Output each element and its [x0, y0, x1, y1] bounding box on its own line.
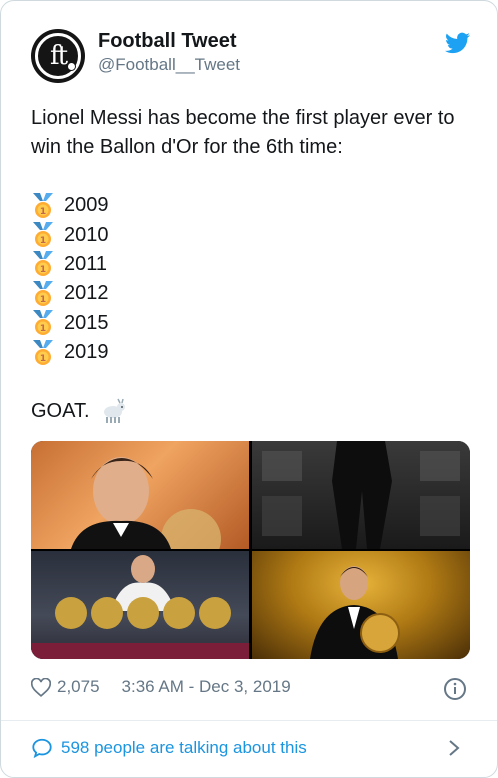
medal-icon: 1 [33, 222, 53, 248]
photo-2-art [262, 441, 460, 549]
list-item: 1 2010 [31, 220, 109, 249]
like-count[interactable]: 2,075 [57, 677, 100, 697]
display-name[interactable]: Football Tweet [98, 30, 237, 53]
chevron-right-icon[interactable] [447, 738, 461, 758]
svg-text:1: 1 [40, 324, 46, 334]
medal-icon: 1 [33, 310, 53, 336]
tweet-text: Lionel Messi has become the first player… [31, 107, 455, 158]
tweet-card: ft Football Tweet @Football__Tweet Lione… [0, 0, 498, 778]
photo-3-art [31, 555, 249, 659]
closing-text: GOAT. [31, 399, 90, 422]
tweet-meta: 2,075 3:36 AM - Dec 3, 2019 [31, 677, 291, 697]
svg-text:1: 1 [40, 354, 46, 364]
timestamp[interactable]: 3:36 AM - Dec 3, 2019 [122, 677, 291, 697]
year-label: 2010 [64, 223, 109, 246]
medal-icon: 1 [33, 339, 53, 365]
user-handle[interactable]: @Football__Tweet [98, 55, 240, 75]
svg-text:1: 1 [40, 265, 46, 275]
divider [1, 720, 497, 721]
photo-1-art [71, 457, 221, 549]
goat-icon [103, 398, 125, 423]
info-icon[interactable] [443, 677, 467, 701]
year-label: 2019 [64, 341, 109, 364]
list-item: 1 2012 [31, 279, 109, 308]
speech-bubble-icon [32, 738, 52, 759]
year-label: 2012 [64, 282, 109, 305]
svg-text:1: 1 [40, 236, 46, 246]
svg-text:1: 1 [40, 295, 46, 305]
photo-4-art [310, 566, 400, 659]
media-grid[interactable] [31, 441, 470, 659]
year-label: 2015 [64, 311, 109, 334]
medal-icon: 1 [33, 280, 53, 306]
photo-1[interactable] [31, 441, 249, 549]
twitter-bird-icon[interactable] [445, 32, 470, 54]
avatar[interactable]: ft [31, 29, 85, 83]
football-icon [67, 62, 76, 71]
photo-4[interactable] [252, 551, 470, 659]
medal-icon: 1 [33, 251, 53, 277]
avatar-logo: ft [35, 33, 81, 79]
heart-icon[interactable] [31, 677, 51, 697]
list-item: 1 2011 [31, 250, 109, 279]
conversation-link[interactable]: 598 people are talking about this [31, 737, 307, 759]
photo-2[interactable] [252, 441, 470, 549]
medal-icon: 1 [33, 192, 53, 218]
year-list: 1 2009 1 2010 1 2011 1 2012 1 2015 1 201… [31, 191, 109, 367]
photo-3[interactable] [31, 551, 249, 659]
list-item: 1 2009 [31, 191, 109, 220]
closing-line: GOAT. [31, 398, 128, 424]
year-label: 2009 [64, 194, 109, 217]
list-item: 1 2019 [31, 338, 109, 367]
svg-text:1: 1 [40, 207, 46, 217]
list-item: 1 2015 [31, 309, 109, 338]
year-label: 2011 [64, 252, 108, 275]
conversation-label[interactable]: 598 people are talking about this [61, 738, 307, 758]
